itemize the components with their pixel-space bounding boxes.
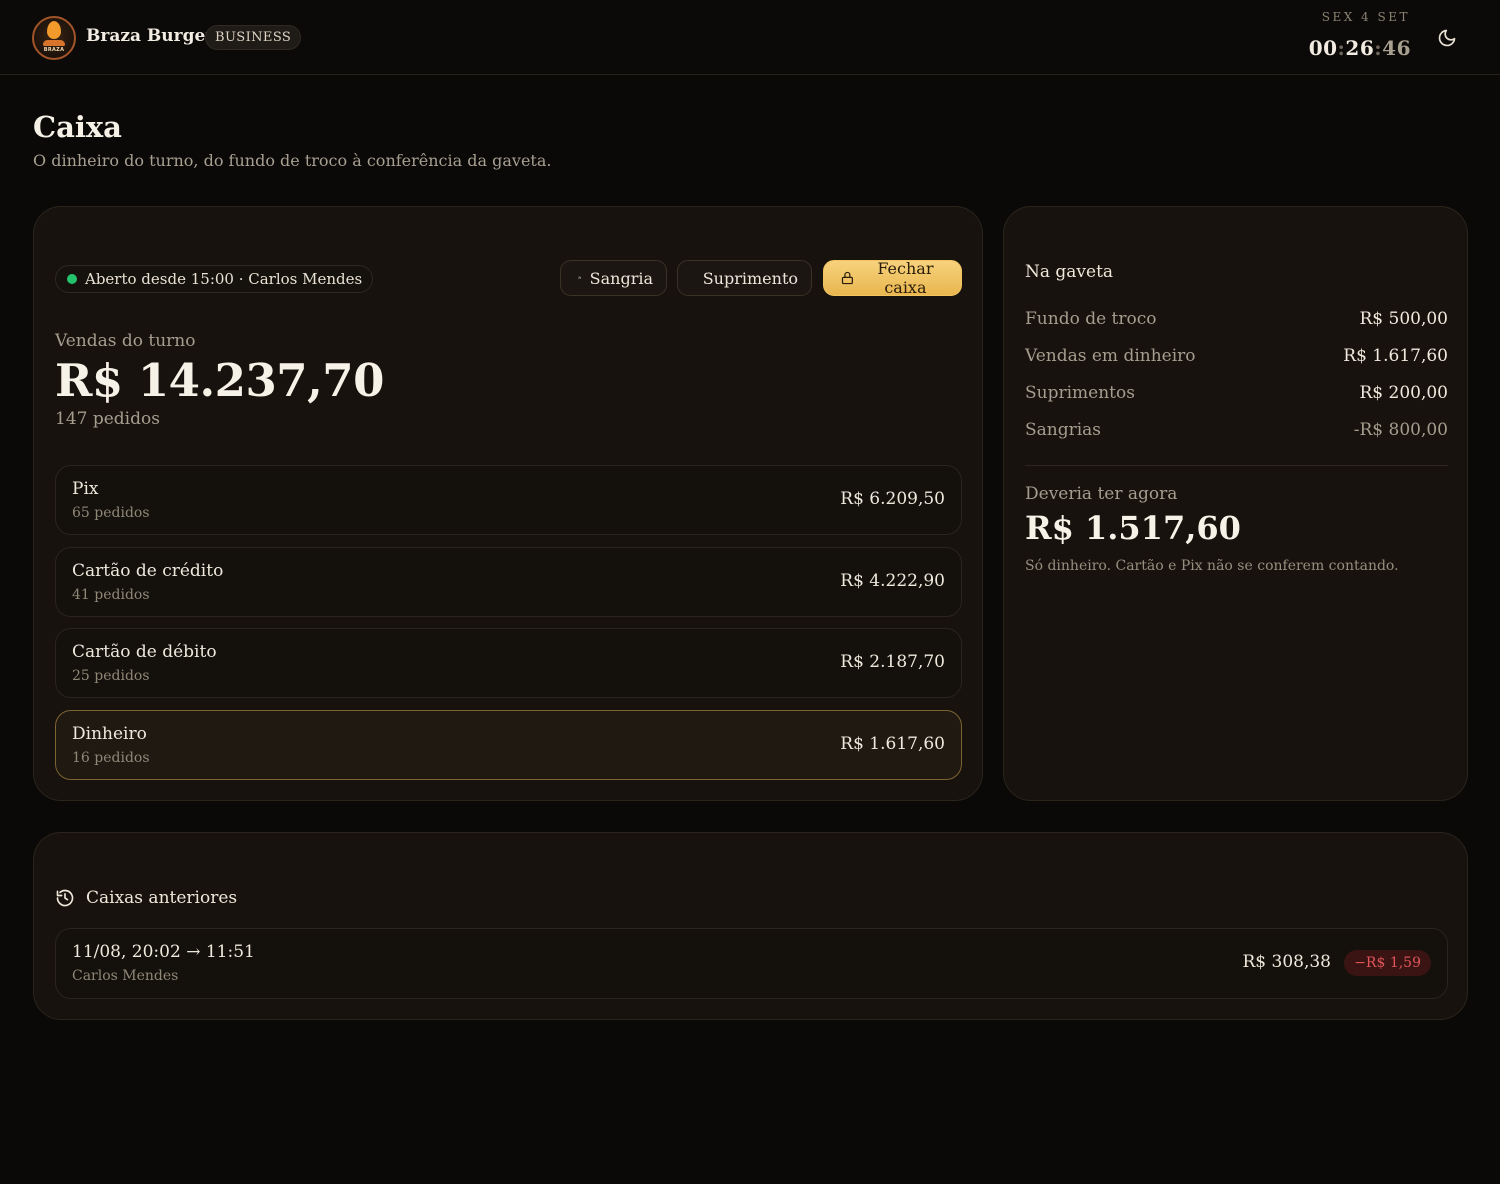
arrow-up-right-icon (578, 276, 581, 280)
moon-icon (1438, 29, 1456, 47)
drawer-card: Na gaveta Fundo de troco R$ 500,00 Venda… (1003, 206, 1468, 801)
logo-text: BRAZA (43, 47, 65, 53)
payment-method-name: Dinheiro (72, 724, 147, 744)
sales-label: Vendas do turno (55, 331, 196, 351)
drawer-title: Na gaveta (1025, 262, 1114, 282)
drawer-line-value: R$ 1.617,60 (1343, 346, 1448, 366)
expected-cash-label: Deveria ter agora (1025, 484, 1178, 504)
history-card: Caixas anteriores 11/08, 20:02 → 11:51 C… (33, 832, 1468, 1020)
payment-amount: R$ 1.617,60 (840, 734, 945, 754)
payment-orders-count: 65 pedidos (72, 505, 150, 521)
payment-method-name: Pix (72, 479, 99, 499)
sales-total: R$ 14.237,70 (55, 354, 384, 407)
orders-count: 147 pedidos (55, 409, 160, 429)
history-icon (56, 889, 74, 907)
payment-orders-count: 41 pedidos (72, 587, 150, 603)
brand-logo[interactable]: BRAZA (32, 16, 76, 60)
payment-row-cash[interactable]: Dinheiro 16 pedidos R$ 1.617,60 (55, 710, 962, 780)
register-status-text: Aberto desde 15:00 · Carlos Mendes (85, 270, 363, 288)
clock-hours: 00 (1308, 36, 1338, 60)
clock-separator: : (1374, 36, 1383, 60)
drawer-line-supplies: Suprimentos R$ 200,00 (1025, 381, 1448, 405)
close-register-label: Fechar caixa (877, 259, 934, 297)
payment-amount: R$ 4.222,90 (840, 571, 945, 591)
history-period: 11/08, 20:02 → 11:51 (72, 942, 255, 962)
drawer-line-change-fund: Fundo de troco R$ 500,00 (1025, 307, 1448, 331)
payment-method-name: Cartão de crédito (72, 561, 224, 581)
payment-orders-count: 25 pedidos (72, 668, 150, 684)
history-amount: R$ 308,38 (1242, 952, 1331, 972)
lock-icon (841, 271, 853, 285)
drawer-line-value: R$ 200,00 (1359, 383, 1448, 403)
shift-card: Aberto desde 15:00 · Carlos Mendes Sangr… (33, 206, 983, 801)
clock-minutes: 26 (1345, 36, 1375, 60)
history-operator: Carlos Mendes (72, 968, 179, 984)
sangria-button[interactable]: Sangria (560, 260, 667, 296)
burger-icon (43, 40, 65, 46)
suprimento-label: Suprimento (702, 268, 798, 288)
history-header: Caixas anteriores (55, 888, 237, 908)
difference-badge: −R$ 1,59 (1344, 950, 1431, 976)
drawer-line-label: Vendas em dinheiro (1025, 346, 1196, 366)
clock-seconds: 46 (1382, 36, 1411, 60)
divider (1025, 465, 1448, 466)
page-subtitle: O dinheiro do turno, do fundo de troco à… (33, 151, 552, 170)
sangria-label: Sangria (589, 268, 653, 288)
drawer-line-label: Suprimentos (1025, 383, 1135, 403)
drawer-line-cash-sales: Vendas em dinheiro R$ 1.617,60 (1025, 344, 1448, 368)
flame-icon (47, 21, 61, 39)
drawer-line-value: R$ 500,00 (1359, 309, 1448, 329)
top-bar: BRAZA Braza Burger BUSINESS SEX 4 SET 00… (0, 0, 1500, 75)
expected-cash-note: Só dinheiro. Cartão e Pix não se confere… (1025, 558, 1399, 574)
payment-method-name: Cartão de débito (72, 642, 217, 662)
drawer-line-withdrawals: Sangrias -R$ 800,00 (1025, 418, 1448, 442)
payment-row-pix[interactable]: Pix 65 pedidos R$ 6.209,50 (55, 465, 962, 535)
history-title: Caixas anteriores (86, 888, 238, 908)
history-row[interactable]: 11/08, 20:02 → 11:51 Carlos Mendes R$ 30… (55, 928, 1448, 999)
arrow-down-left-icon (694, 277, 695, 279)
payment-amount: R$ 6.209,50 (840, 489, 945, 509)
payment-orders-count: 16 pedidos (72, 750, 150, 766)
drawer-line-value: -R$ 800,00 (1353, 420, 1448, 440)
clock-date: SEX 4 SET (1321, 10, 1410, 24)
payment-row-debit-card[interactable]: Cartão de débito 25 pedidos R$ 2.187,70 (55, 628, 962, 698)
payment-amount: R$ 2.187,70 (840, 652, 945, 672)
close-register-button[interactable]: Fechar caixa (823, 259, 962, 297)
brand-name: Braza Burger (86, 26, 215, 46)
register-status-badge: Aberto desde 15:00 · Carlos Mendes (55, 265, 374, 293)
status-dot-icon (67, 274, 77, 284)
page-title: Caixa (33, 110, 122, 144)
suprimento-button[interactable]: Suprimento (677, 260, 812, 296)
clock-time: 00:26:46 (1290, 36, 1411, 60)
payment-row-credit-card[interactable]: Cartão de crédito 41 pedidos R$ 4.222,90 (55, 547, 962, 617)
plan-badge: BUSINESS (205, 25, 302, 50)
drawer-line-label: Sangrias (1025, 420, 1102, 440)
expected-cash-value: R$ 1.517,60 (1025, 509, 1241, 547)
drawer-line-label: Fundo de troco (1025, 309, 1157, 329)
theme-toggle-button[interactable] (1434, 25, 1460, 51)
